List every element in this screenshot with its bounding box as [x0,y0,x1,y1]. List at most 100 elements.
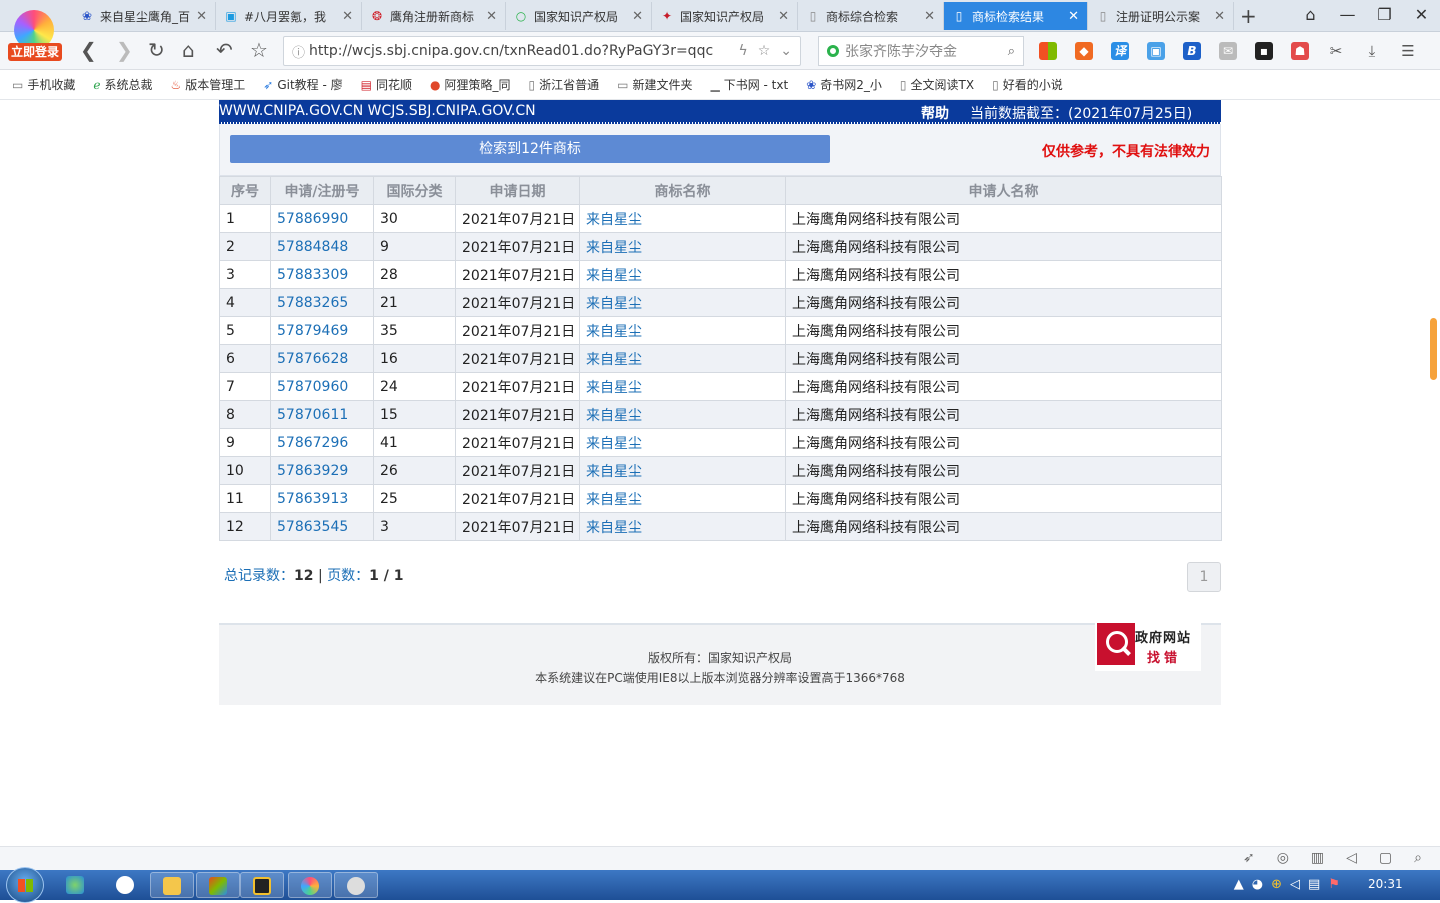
search-box[interactable]: 张家齐陈芋汐夺金 ⌕ [818,36,1024,66]
bookmark-item[interactable]: ▭ 新建文件夹 [617,76,692,93]
new-tab-button[interactable]: + [1240,4,1257,28]
bookmark-item[interactable]: ▯ 全文阅读TX [900,76,974,93]
taskbar-app-butterfly[interactable] [54,872,98,898]
tab-4[interactable]: ✦ 国家知识产权局 ✕ [652,2,798,30]
tab-5[interactable]: ▯ 商标综合检索 ✕ [798,2,944,30]
minimize-button[interactable]: — [1329,0,1366,32]
taskbar-app-360[interactable] [288,872,332,898]
taskbar-app-tool[interactable] [240,872,284,898]
trash-icon[interactable]: ▥ [1311,850,1324,866]
help-link[interactable]: 帮助 [921,103,949,123]
close-icon[interactable]: ✕ [778,9,789,24]
game-icon[interactable]: ◆ [1070,38,1098,64]
trademark-name-link[interactable]: 来自星尘 [586,324,642,340]
menu-icon[interactable]: ☰ [1394,38,1422,64]
close-icon[interactable]: ✕ [196,9,207,24]
close-icon[interactable]: ✕ [1068,9,1079,24]
reg-number-link[interactable]: 57876628 [277,351,348,367]
rocket-icon[interactable]: ➶ [1243,850,1255,866]
bookmark-item[interactable]: ● 阿狸策略_同 [430,76,511,93]
url-text[interactable]: http://wcjs.sbj.cnipa.gov.cn/txnRead01.d… [309,43,728,59]
red-extension-icon[interactable]: ☗ [1286,38,1314,64]
tab-7[interactable]: ▯ 注册证明公示案 ✕ [1088,2,1234,30]
reg-number-link[interactable]: 57867296 [277,435,348,451]
tab-1[interactable]: ▣ #八月罢氪，我 ✕ [216,2,362,30]
skin-icon[interactable]: ⌂ [1292,0,1329,32]
tab-3[interactable]: ○ 国家知识产权局 ✕ [506,2,652,30]
clock[interactable]: 20:31 [1368,877,1403,891]
browser-logo[interactable]: 立即登录 [8,10,62,62]
address-bar[interactable]: ⓘ http://wcjs.sbj.cnipa.gov.cn/txnRead01… [283,36,801,66]
restore-button[interactable]: ❐ [1366,0,1403,32]
trademark-name-link[interactable]: 来自星尘 [586,380,642,396]
bookmark-item[interactable]: ▯ 浙江省普通 [529,76,600,93]
apps-icon[interactable] [1034,38,1062,64]
speed-icon[interactable]: ◎ [1277,850,1289,866]
reg-number-link[interactable]: 57870960 [277,379,348,395]
undo-close-button[interactable]: ↶ [216,40,233,60]
reg-number-link[interactable]: 57883265 [277,295,348,311]
trademark-name-link[interactable]: 来自星尘 [586,240,642,256]
trademark-name-link[interactable]: 来自星尘 [586,268,642,284]
scissors-icon[interactable]: ✂ [1322,38,1350,64]
bookmark-item[interactable]: ♨ 版本管理工 [170,76,245,93]
reg-number-link[interactable]: 57883309 [277,267,348,283]
close-icon[interactable]: ✕ [342,9,353,24]
search-input[interactable]: 张家齐陈芋汐夺金 [845,41,1008,61]
forward-button[interactable]: ❯ [116,40,133,60]
home-button[interactable]: ⌂ [182,40,195,60]
add-icon[interactable]: ⊕ [1271,877,1282,892]
search-icon[interactable]: ⌕ [1008,44,1015,59]
close-icon[interactable]: ✕ [632,9,643,24]
taskbar-app-gear[interactable] [334,872,378,898]
reg-number-link[interactable]: 57863929 [277,463,348,479]
mail-icon[interactable]: ✉ [1214,38,1242,64]
tab-0[interactable]: ❀ 来自星尘鹰角_百 ✕ [72,2,216,30]
login-badge[interactable]: 立即登录 [8,43,62,61]
zoom-icon[interactable]: ⌕ [1414,850,1422,866]
tab-6-active[interactable]: ▯ 商标检索结果 ✕ [944,2,1088,30]
trademark-name-link[interactable]: 来自星尘 [586,492,642,508]
lightning-icon[interactable]: ϟ [738,43,747,59]
volume-icon[interactable]: ◁ [1290,877,1300,892]
trademark-name-link[interactable]: 来自星尘 [586,520,642,536]
translate-icon[interactable]: 译 [1106,38,1134,64]
reg-number-link[interactable]: 57886990 [277,211,348,227]
tray-expand-icon[interactable]: ▲ [1234,877,1244,892]
window-icon[interactable]: ▢ [1379,850,1392,866]
flag-icon[interactable]: ⚑ [1328,877,1340,892]
bookmark-item[interactable]: ℯ 系统总裁 [93,76,152,93]
download-icon[interactable]: ⤓ [1358,38,1386,64]
trademark-name-link[interactable]: 来自星尘 [586,408,642,424]
trademark-name-link[interactable]: 来自星尘 [586,212,642,228]
page-button[interactable]: 1 [1187,562,1221,592]
bookmark-item[interactable]: ▤ 同花顺 [361,76,412,93]
reg-number-link[interactable]: 57863913 [277,491,348,507]
reg-number-link[interactable]: 57863545 [277,519,348,535]
trademark-name-link[interactable]: 来自星尘 [586,352,642,368]
taskbar-app-explorer[interactable] [150,872,194,898]
bookmark-item[interactable]: ❀ 奇书网2_小 [806,76,882,93]
bookmark-item[interactable]: ▭ 手机收藏 [12,76,75,93]
close-window-button[interactable]: ✕ [1403,0,1440,32]
qq-icon[interactable]: ◕ [1252,877,1263,892]
tab-2[interactable]: ❂ 鹰角注册新商标 ✕ [362,2,506,30]
trademark-name-link[interactable]: 来自星尘 [586,436,642,452]
bookmark-star-button[interactable]: ☆ [250,40,268,60]
bookmark-item[interactable]: ▁ 下书网 - txt [710,76,788,93]
close-icon[interactable]: ✕ [486,9,497,24]
back-button[interactable]: ❮ [80,40,97,60]
scrollbar-thumb[interactable] [1430,318,1437,380]
security-icon[interactable]: ⓘ [292,42,305,61]
bookmark-item[interactable]: ➶ Git教程 - 廖 [263,76,342,93]
close-icon[interactable]: ✕ [1214,9,1225,24]
reg-number-link[interactable]: 57879469 [277,323,348,339]
gov-site-error-report[interactable]: 政府网站 找错 [1095,619,1201,671]
bookmark-item[interactable]: ▯ 好看的小说 [992,76,1063,93]
refresh-button[interactable]: ↻ [148,40,165,60]
trademark-name-link[interactable]: 来自星尘 [586,296,642,312]
result-count-button[interactable]: 检索到12件商标 [230,135,830,163]
reg-number-link[interactable]: 57884848 [277,239,348,255]
chevron-down-icon[interactable]: ⌄ [780,43,792,59]
tv-extension-icon[interactable]: ▪ [1250,38,1278,64]
